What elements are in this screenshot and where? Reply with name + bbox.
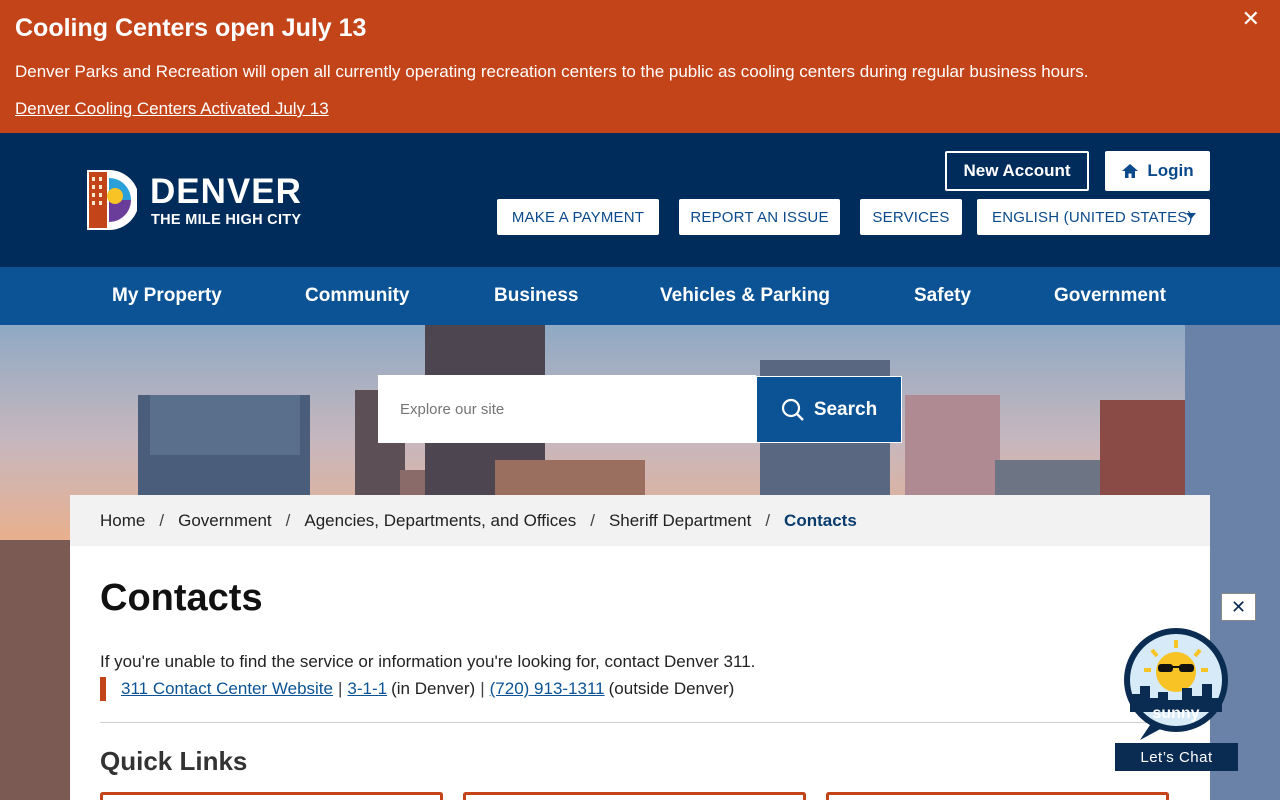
breadcrumb-separator: /	[159, 510, 165, 530]
home-icon	[1122, 164, 1139, 178]
search-input[interactable]	[378, 375, 756, 443]
nav-community[interactable]: Community	[305, 267, 410, 325]
search-button[interactable]: Search	[756, 376, 902, 443]
nav-safety[interactable]: Safety	[914, 267, 971, 325]
pipe-separator: |	[338, 679, 343, 698]
main-nav: My Property Community Business Vehicles …	[0, 267, 1280, 325]
breadcrumb-separator: /	[765, 510, 771, 530]
breadcrumb-home[interactable]: Home	[100, 511, 145, 531]
contact-info: 311 Contact Center Website | 3-1-1 (in D…	[100, 677, 734, 701]
nav-government[interactable]: Government	[1054, 267, 1166, 325]
alert-banner: Cooling Centers open July 13 Denver Park…	[0, 0, 1280, 133]
breadcrumb-sheriff[interactable]: Sheriff Department	[609, 511, 751, 531]
pipe-separator: |	[480, 679, 485, 698]
chevron-down-icon	[1186, 213, 1196, 219]
logo-tagline: THE MILE HIGH CITY	[151, 212, 302, 228]
page-title: Contacts	[100, 577, 263, 619]
logo-wordmark: DENVER	[150, 172, 302, 211]
alert-link[interactable]: Denver Cooling Centers Activated July 13	[15, 99, 329, 119]
breadcrumb-separator: /	[590, 510, 595, 530]
breadcrumb-government[interactable]: Government	[178, 511, 272, 531]
alert-body: Denver Parks and Recreation will open al…	[15, 62, 1089, 81]
phone-long-link[interactable]: (720) 913-1311	[490, 679, 605, 699]
close-icon[interactable]: ✕	[1242, 6, 1260, 32]
alert-title: Cooling Centers open July 13	[15, 14, 367, 42]
language-select[interactable]: ENGLISH (UNITED STATES)	[977, 199, 1210, 235]
make-payment-button[interactable]: MAKE A PAYMENT	[497, 199, 659, 235]
divider	[100, 722, 1180, 723]
quick-links-heading: Quick Links	[100, 746, 248, 776]
services-button[interactable]: SERVICES	[860, 199, 962, 235]
language-label: ENGLISH (UNITED STATES)	[992, 208, 1193, 226]
lets-chat-button[interactable]: Let’s Chat	[1115, 743, 1238, 771]
site-header: DENVER THE MILE HIGH CITY New Account Lo…	[0, 133, 1280, 267]
report-issue-button[interactable]: REPORT AN ISSUE	[679, 199, 840, 235]
search-button-label: Search	[813, 398, 878, 420]
in-denver-text: (in Denver)	[391, 679, 476, 698]
outside-denver-text: (outside Denver)	[608, 679, 735, 698]
nav-business[interactable]: Business	[494, 267, 578, 325]
chat-name: sunny	[1152, 705, 1199, 722]
quick-link-card[interactable]	[826, 792, 1169, 800]
denver-logo[interactable]: DENVER THE MILE HIGH CITY	[85, 168, 315, 234]
nav-vehicles-parking[interactable]: Vehicles & Parking	[660, 267, 830, 325]
breadcrumb-agencies[interactable]: Agencies, Departments, and Offices	[304, 511, 576, 531]
phone-311-link[interactable]: 3-1-1	[347, 679, 387, 699]
quick-link-card[interactable]	[463, 792, 806, 800]
intro-text: If you're unable to find the service or …	[100, 652, 756, 671]
nav-my-property[interactable]: My Property	[112, 267, 222, 325]
new-account-button[interactable]: New Account	[945, 151, 1089, 191]
breadcrumb: Home / Government / Agencies, Department…	[70, 495, 1210, 546]
login-label: Login	[1147, 161, 1194, 180]
search-icon	[781, 398, 804, 421]
breadcrumb-separator: /	[285, 510, 291, 530]
login-button[interactable]: Login	[1105, 151, 1210, 191]
denver-logo-mark	[87, 170, 137, 230]
breadcrumb-current: Contacts	[784, 510, 857, 530]
chat-close-icon[interactable]: ✕	[1221, 593, 1256, 621]
chat-avatar[interactable]: sunny	[1122, 626, 1230, 742]
quick-link-card[interactable]	[100, 792, 443, 800]
contact-center-link[interactable]: 311 Contact Center Website	[121, 679, 333, 699]
sunny-icon: sunny	[1124, 628, 1228, 740]
main-content: Home / Government / Agencies, Department…	[70, 495, 1210, 800]
